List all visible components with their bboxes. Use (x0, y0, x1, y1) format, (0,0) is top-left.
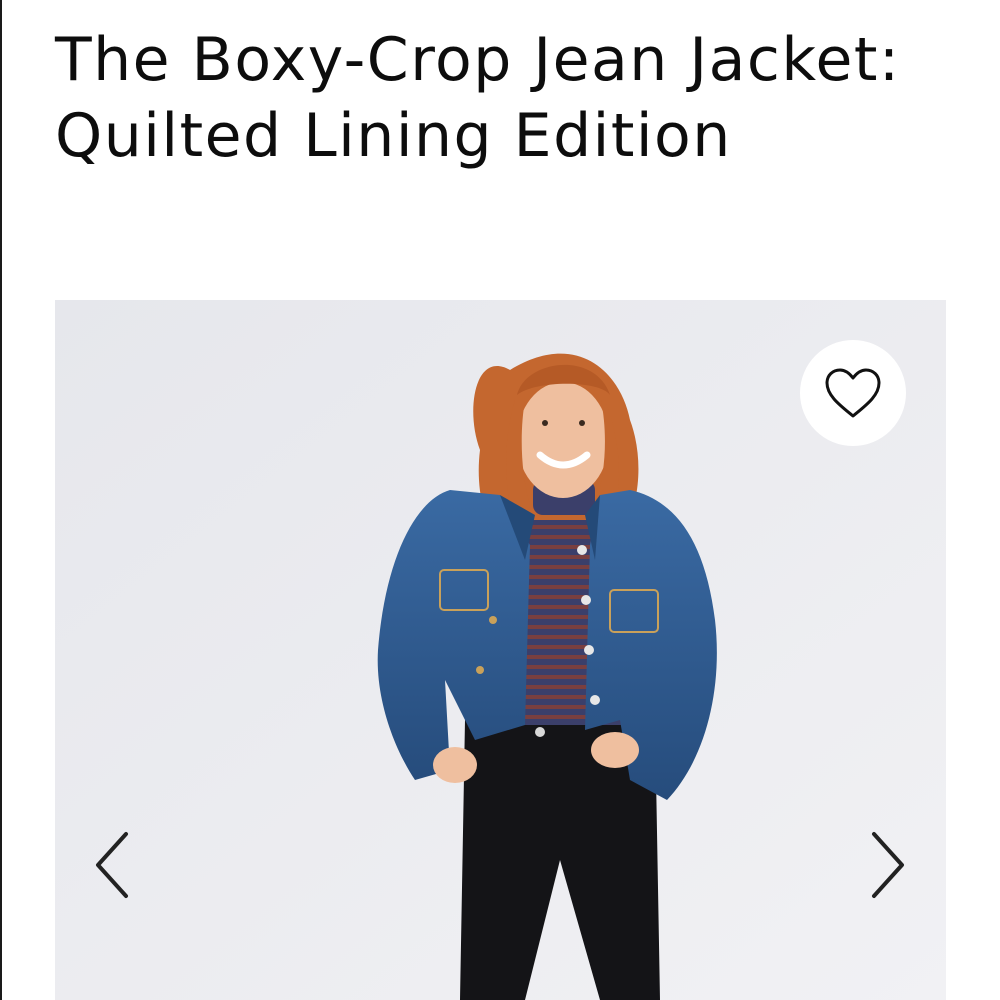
previous-image-button[interactable] (82, 820, 142, 910)
favorite-button[interactable] (800, 340, 906, 446)
next-image-button[interactable] (858, 820, 918, 910)
product-title: The Boxy-Crop Jean Jacket: Quilted Linin… (55, 25, 901, 171)
left-edge-divider (0, 0, 2, 1000)
heart-outline-icon (825, 368, 881, 418)
chevron-right-icon (872, 832, 904, 898)
product-image-gallery[interactable] (55, 300, 946, 1000)
chevron-left-icon (96, 832, 128, 898)
